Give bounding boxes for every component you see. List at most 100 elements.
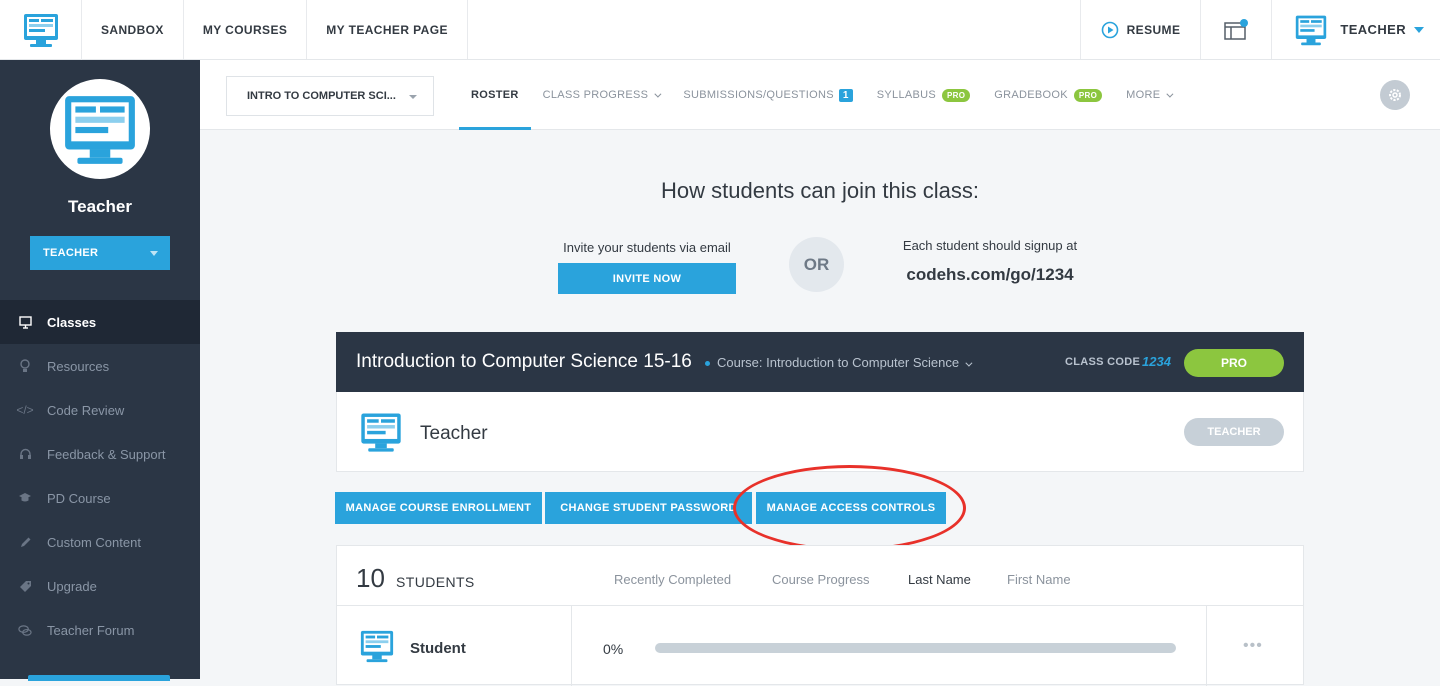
sidebar-item-label: Upgrade bbox=[47, 578, 97, 594]
tab-gradebook[interactable]: GRADEBOOK PRO bbox=[982, 60, 1114, 130]
chat-icon bbox=[18, 623, 32, 637]
resume-button[interactable]: RESUME bbox=[1079, 0, 1201, 59]
computer-avatar-icon bbox=[360, 630, 394, 663]
teacher-name: Teacher bbox=[420, 423, 488, 444]
avatar bbox=[50, 79, 150, 179]
student-name[interactable]: Student bbox=[410, 640, 466, 657]
computer-logo-icon bbox=[23, 14, 58, 47]
sidebar-item-label: Classes bbox=[47, 314, 97, 330]
column-divider bbox=[1206, 606, 1207, 686]
sidebar-menu: Classes Resources </> Code Review Feedba… bbox=[0, 300, 200, 652]
caret-down-icon bbox=[150, 251, 158, 256]
sidebar-item-label: Custom Content bbox=[47, 534, 141, 550]
sidebar-item-upgrade[interactable]: Upgrade bbox=[0, 564, 200, 608]
headset-icon bbox=[18, 447, 32, 461]
sidebar-item-pd-course[interactable]: PD Course bbox=[0, 476, 200, 520]
role-label: TEACHER bbox=[43, 247, 99, 259]
sidebar: Teacher TEACHER Classes Resources </> Co… bbox=[0, 60, 200, 681]
monitor-icon bbox=[18, 315, 32, 329]
submissions-count-badge: 1 bbox=[838, 88, 853, 102]
tab-label: SYLLABUS bbox=[876, 89, 937, 101]
play-circle-icon bbox=[1101, 21, 1118, 38]
roster-header: 10 STUDENTS Recently Completed Course Pr… bbox=[337, 546, 1303, 606]
bullet-dot-icon bbox=[705, 361, 710, 367]
teacher-avatar bbox=[359, 410, 403, 459]
window-notification-icon bbox=[1224, 18, 1249, 40]
chevron-down-icon bbox=[1166, 90, 1174, 98]
invite-now-button[interactable]: INVITE NOW bbox=[558, 263, 736, 294]
more-options-icon[interactable]: ••• bbox=[1243, 637, 1263, 655]
sidebar-item-label: Resources bbox=[47, 358, 110, 374]
join-title: How students can join this class: bbox=[661, 178, 979, 203]
chevron-down-icon bbox=[654, 90, 662, 98]
student-roster: 10 STUDENTS Recently Completed Course Pr… bbox=[336, 545, 1304, 686]
tab-label: GRADEBOOK bbox=[994, 89, 1068, 101]
pro-plan-badge[interactable]: PRO bbox=[1184, 349, 1284, 377]
class-code-value: 1234 bbox=[1142, 354, 1171, 369]
tag-icon bbox=[18, 579, 32, 593]
computer-avatar-icon bbox=[361, 413, 401, 452]
sort-course-progress[interactable]: Course Progress bbox=[772, 572, 870, 587]
tab-syllabus[interactable]: SYLLABUS PRO bbox=[865, 60, 983, 130]
role-dropdown[interactable]: TEACHER bbox=[30, 236, 170, 270]
resume-label: RESUME bbox=[1126, 22, 1181, 37]
nav-sandbox[interactable]: SANDBOX bbox=[82, 0, 184, 59]
or-divider: OR bbox=[789, 237, 844, 292]
manage-access-controls-button[interactable]: MANAGE ACCESS CONTROLS bbox=[756, 492, 946, 524]
caret-down-icon bbox=[409, 95, 417, 99]
pencil-icon bbox=[18, 535, 32, 549]
lightbulb-icon bbox=[18, 359, 32, 373]
sidebar-item-label: PD Course bbox=[47, 490, 111, 506]
sort-last-name[interactable]: Last Name bbox=[908, 572, 971, 587]
nav-my-teacher-page[interactable]: MY TEACHER PAGE bbox=[307, 0, 468, 59]
notifications-button[interactable] bbox=[1200, 0, 1271, 59]
teacher-role-badge: TEACHER bbox=[1184, 418, 1284, 446]
sidebar-item-custom-content[interactable]: Custom Content bbox=[0, 520, 200, 564]
sidebar-item-label: Code Review bbox=[47, 402, 125, 418]
student-count-label: STUDENTS bbox=[396, 574, 475, 590]
codehs-logo[interactable] bbox=[0, 0, 82, 60]
tab-submissions[interactable]: SUBMISSIONS/QUESTIONS 1 bbox=[671, 60, 864, 130]
tab-label: ROSTER bbox=[471, 89, 519, 101]
manage-course-enrollment-button[interactable]: MANAGE COURSE ENROLLMENT bbox=[335, 492, 542, 524]
gear-icon bbox=[1389, 89, 1401, 101]
student-progress-percent: 0% bbox=[603, 641, 624, 657]
user-menu[interactable]: TEACHER bbox=[1271, 0, 1440, 59]
course-dropdown[interactable]: Course: Introduction to Computer Science bbox=[705, 355, 973, 370]
class-select-value: INTRO TO COMPUTER SCI... bbox=[247, 90, 396, 102]
tab-roster[interactable]: ROSTER bbox=[459, 60, 531, 130]
sort-recently-completed[interactable]: Recently Completed bbox=[614, 572, 731, 587]
settings-button[interactable] bbox=[1380, 80, 1410, 110]
sidebar-user-name: Teacher bbox=[68, 197, 132, 216]
tab-class-progress[interactable]: CLASS PROGRESS bbox=[531, 60, 672, 130]
student-progress-bar bbox=[655, 643, 1176, 653]
invite-label: Invite your students via email bbox=[563, 240, 731, 255]
nav-my-courses[interactable]: MY COURSES bbox=[184, 0, 308, 59]
change-student-password-button[interactable]: CHANGE STUDENT PASSWORD bbox=[545, 492, 752, 524]
sidebar-item-code-review[interactable]: </> Code Review bbox=[0, 388, 200, 432]
sidebar-item-feedback[interactable]: Feedback & Support bbox=[0, 432, 200, 476]
class-subnav: INTRO TO COMPUTER SCI... ROSTER CLASS PR… bbox=[200, 60, 1440, 130]
sidebar-item-teacher-forum[interactable]: Teacher Forum bbox=[0, 608, 200, 652]
user-name: TEACHER bbox=[1340, 22, 1406, 37]
signup-url: codehs.com/go/1234 bbox=[906, 265, 1074, 284]
sort-first-name[interactable]: First Name bbox=[1007, 572, 1071, 587]
tab-label: SUBMISSIONS/QUESTIONS bbox=[683, 89, 834, 101]
caret-down-icon bbox=[1414, 26, 1424, 33]
student-count: 10 bbox=[356, 563, 385, 593]
class-code-label: CLASS CODE bbox=[1065, 356, 1141, 368]
signup-label: Each student should signup at bbox=[902, 238, 1078, 253]
pro-badge: PRO bbox=[942, 88, 971, 102]
class-select-dropdown[interactable]: INTRO TO COMPUTER SCI... bbox=[226, 76, 434, 116]
sidebar-item-classes[interactable]: Classes bbox=[0, 300, 200, 344]
sidebar-item-resources[interactable]: Resources bbox=[0, 344, 200, 388]
tab-more[interactable]: MORE bbox=[1114, 60, 1183, 130]
chevron-down-icon bbox=[965, 359, 973, 367]
student-avatar bbox=[359, 628, 395, 669]
sidebar-item-label: Teacher Forum bbox=[47, 622, 135, 638]
computer-avatar-icon bbox=[65, 96, 135, 164]
graduation-cap-icon bbox=[18, 491, 32, 505]
top-navbar: SANDBOX MY COURSES MY TEACHER PAGE RESUM… bbox=[0, 0, 1440, 60]
tab-label: CLASS PROGRESS bbox=[542, 89, 649, 101]
sidebar-bottom-button[interactable] bbox=[28, 675, 170, 681]
